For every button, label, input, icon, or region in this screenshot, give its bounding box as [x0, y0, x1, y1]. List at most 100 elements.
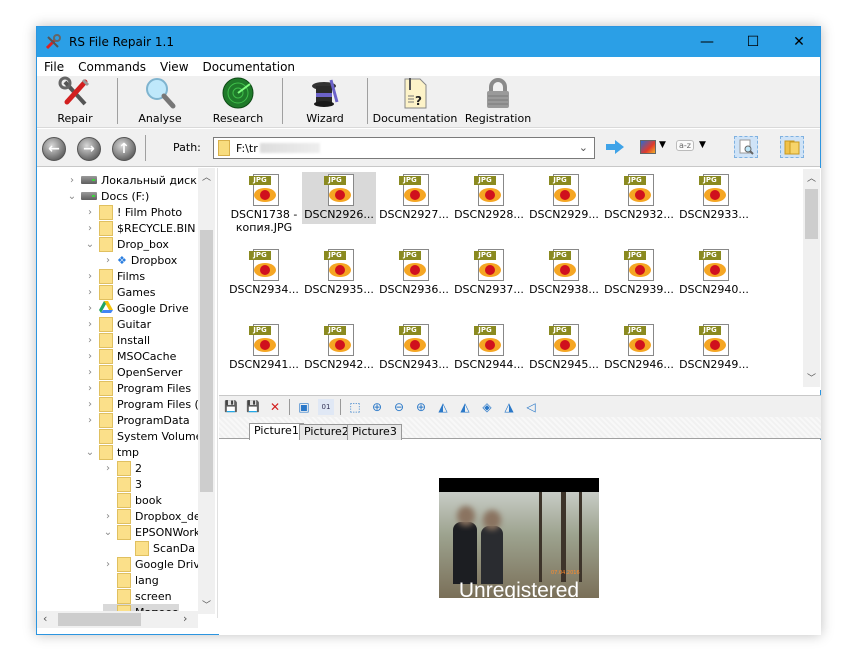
- file-item[interactable]: JPG DSCN2929...: [527, 172, 601, 221]
- chevron-right-icon[interactable]: ›: [103, 511, 113, 522]
- chevron-right-icon[interactable]: ›: [103, 559, 113, 570]
- tree-item[interactable]: › ProgramData: [85, 412, 190, 428]
- scroll-left-icon[interactable]: ‹: [43, 612, 47, 625]
- tree-item[interactable]: ⌄ Docs (F:): [67, 188, 149, 204]
- tree-item[interactable]: › Dropbox_de: [103, 508, 201, 524]
- scroll-up-icon[interactable]: ︿: [807, 171, 816, 184]
- tree-item[interactable]: › Program Files (x: [85, 396, 205, 412]
- tree-horizontal-scrollbar[interactable]: ‹ ›: [37, 611, 198, 628]
- tab-picture3[interactable]: Picture3: [347, 424, 402, 440]
- zoom-out-icon[interactable]: ⊖: [391, 399, 407, 415]
- zoom-in-icon[interactable]: ⊕: [413, 399, 429, 415]
- chevron-down-icon[interactable]: ⌄: [85, 239, 95, 250]
- file-item[interactable]: JPG DSCN2944...: [452, 322, 526, 371]
- tree-item[interactable]: System Volume: [85, 428, 202, 444]
- file-item[interactable]: JPG DSCN2941...: [227, 322, 301, 371]
- menu-view[interactable]: View: [153, 60, 195, 74]
- fit-window-icon[interactable]: ⬚: [347, 399, 363, 415]
- tree-item[interactable]: › $RECYCLE.BIN: [85, 220, 195, 236]
- tree-hscroll-thumb[interactable]: [58, 613, 141, 626]
- tree-item[interactable]: › Install: [85, 332, 150, 348]
- maximize-button[interactable]: ☐: [730, 27, 776, 57]
- tree-item[interactable]: ⌄ Drop_box: [85, 236, 169, 252]
- file-item[interactable]: JPG DSCN2936...: [377, 247, 451, 296]
- minimize-button[interactable]: —: [684, 27, 730, 57]
- chevron-right-icon[interactable]: ›: [85, 415, 95, 426]
- path-combobox[interactable]: F:\tr ⌄: [213, 137, 595, 159]
- menu-commands[interactable]: Commands: [71, 60, 153, 74]
- research-button[interactable]: Research: [198, 75, 278, 127]
- chevron-down-icon[interactable]: ⌄: [579, 141, 588, 154]
- forward-button[interactable]: →: [77, 137, 101, 161]
- rotate-free-icon[interactable]: ◈: [479, 399, 495, 415]
- file-item[interactable]: JPG DSCN2942...: [302, 322, 376, 371]
- title-bar[interactable]: RS File Repair 1.1 — ☐ ✕: [37, 27, 820, 57]
- chevron-down-icon[interactable]: ⌄: [85, 447, 95, 458]
- sort-az-icon[interactable]: a-z: [676, 140, 694, 151]
- tree-item[interactable]: ⌄ tmp: [85, 444, 139, 460]
- wizard-button[interactable]: Wizard: [287, 75, 363, 127]
- tree-item[interactable]: ScanDa: [121, 540, 195, 556]
- folder-tree[interactable]: › Локальный диск (C ⌄ Docs (F:) › ! Film Phot…: [37, 168, 218, 618]
- file-item[interactable]: JPG DSCN2934...: [227, 247, 301, 296]
- file-item[interactable]: JPG DSCN2937...: [452, 247, 526, 296]
- registration-button[interactable]: Registration: [458, 75, 538, 127]
- actual-size-icon[interactable]: ⊕: [369, 399, 385, 415]
- file-item[interactable]: JPG DSCN2935...: [302, 247, 376, 296]
- tree-item[interactable]: › 2: [103, 460, 142, 476]
- chevron-down-icon[interactable]: ⌄: [67, 191, 77, 202]
- save-all-icon[interactable]: 💾: [245, 399, 261, 415]
- tree-item[interactable]: screen: [103, 588, 172, 604]
- file-thumbnail-view[interactable]: JPG DSCN1738 - копия.JPG JPG DSCN2926... JPG…: [219, 168, 821, 390]
- flip-vertical-icon[interactable]: ◁: [523, 399, 539, 415]
- tab-picture2[interactable]: Picture2: [299, 424, 354, 440]
- tab-picture1[interactable]: Picture1: [249, 423, 304, 440]
- tree-vscroll-thumb[interactable]: [200, 230, 213, 492]
- flip-horizontal-icon[interactable]: ◮: [501, 399, 517, 415]
- file-item[interactable]: JPG DSCN2932...: [602, 172, 676, 221]
- sort-dropdown-icon[interactable]: ▼: [699, 140, 706, 150]
- folders-pane-toggle[interactable]: [780, 136, 804, 158]
- file-item[interactable]: JPG DSCN2949...: [677, 322, 751, 371]
- menu-documentation[interactable]: Documentation: [196, 60, 303, 74]
- delete-icon[interactable]: ✕: [267, 399, 283, 415]
- analyse-button[interactable]: Analyse: [122, 75, 198, 127]
- save-icon[interactable]: 💾: [223, 399, 239, 415]
- chevron-right-icon[interactable]: ›: [85, 271, 95, 282]
- chevron-right-icon[interactable]: ›: [85, 319, 95, 330]
- go-button[interactable]: [605, 139, 625, 155]
- tree-item[interactable]: › ❖ Dropbox: [103, 252, 177, 268]
- file-item[interactable]: JPG DSCN2933...: [677, 172, 751, 221]
- scroll-down-icon[interactable]: ﹀: [202, 598, 211, 611]
- tree-item[interactable]: › MSOCache: [85, 348, 176, 364]
- repair-button[interactable]: Repair: [37, 75, 113, 127]
- file-item[interactable]: JPG DSCN2938...: [527, 247, 601, 296]
- chevron-right-icon[interactable]: ›: [85, 367, 95, 378]
- documentation-button[interactable]: ? Documentation: [372, 75, 458, 127]
- scroll-right-icon[interactable]: ›: [183, 612, 187, 625]
- rotate-left-icon[interactable]: ◭: [435, 399, 451, 415]
- file-item[interactable]: JPG DSCN2946...: [602, 322, 676, 371]
- up-button[interactable]: ↑: [112, 137, 136, 161]
- close-button[interactable]: ✕: [776, 27, 822, 57]
- chevron-right-icon[interactable]: ›: [103, 255, 113, 266]
- chevron-right-icon[interactable]: ›: [85, 399, 95, 410]
- file-item[interactable]: JPG DSCN2926...: [302, 172, 376, 224]
- tree-item[interactable]: 3: [103, 476, 142, 492]
- tree-item[interactable]: › Program Files: [85, 380, 191, 396]
- back-button[interactable]: ←: [42, 137, 66, 161]
- tree-item[interactable]: book: [103, 492, 162, 508]
- chevron-down-icon[interactable]: ⌄: [103, 527, 113, 538]
- view-mode-dropdown-icon[interactable]: ▼: [659, 140, 666, 150]
- tree-item[interactable]: › Guitar: [85, 316, 151, 332]
- chevron-right-icon[interactable]: ›: [85, 223, 95, 234]
- tree-item[interactable]: lang: [103, 572, 159, 588]
- tree-item[interactable]: › Google Drive: [85, 300, 189, 316]
- chevron-right-icon[interactable]: ›: [85, 383, 95, 394]
- chevron-right-icon[interactable]: ›: [85, 335, 95, 346]
- file-item[interactable]: JPG DSCN2945...: [527, 322, 601, 371]
- file-item[interactable]: JPG DSCN1738 - копия.JPG: [227, 172, 301, 234]
- file-item[interactable]: JPG DSCN2943...: [377, 322, 451, 371]
- rotate-right-icon[interactable]: ◭: [457, 399, 473, 415]
- preview-pane-toggle[interactable]: [734, 136, 758, 158]
